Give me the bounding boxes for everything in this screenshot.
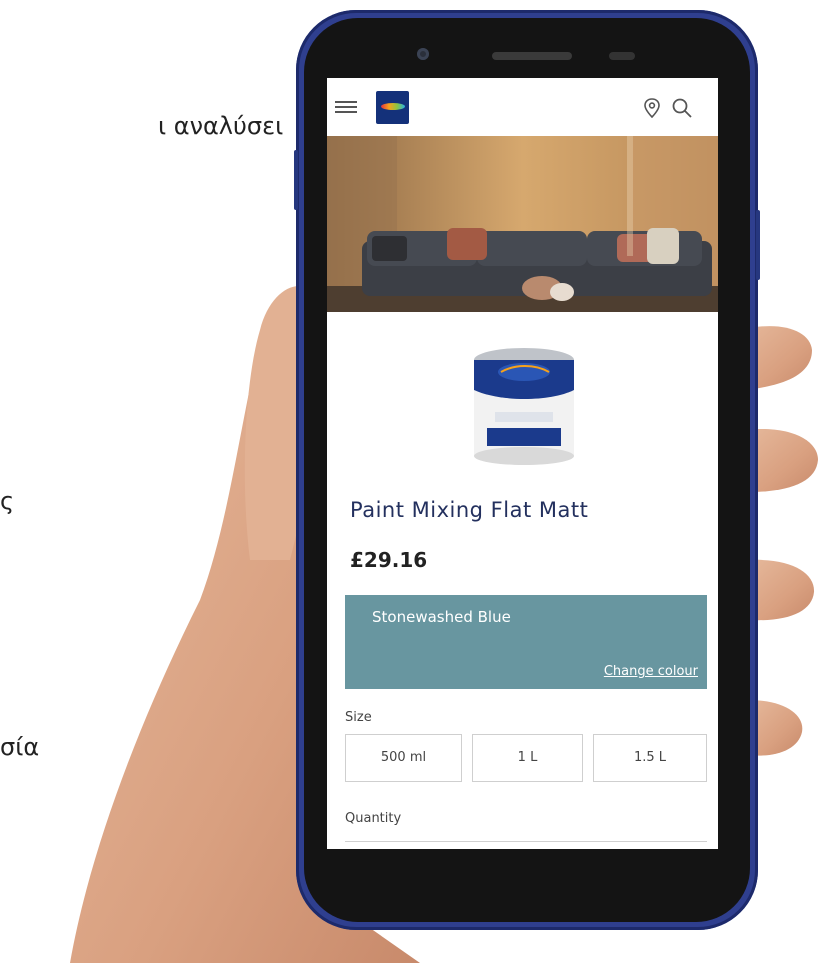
- location-pin-icon[interactable]: [643, 98, 661, 118]
- quantity-divider: [345, 841, 707, 842]
- app-header: [327, 78, 718, 136]
- living-room-hero-image: [327, 136, 718, 312]
- quantity-label: Quantity: [345, 811, 402, 826]
- selected-colour-swatch: Stonewashed Blue Change colour: [345, 595, 707, 689]
- paint-tin-image: [474, 348, 574, 465]
- product-price: £29.16: [350, 548, 428, 572]
- change-colour-link[interactable]: Change colour: [604, 664, 698, 679]
- product-title: Paint Mixing Flat Matt: [350, 498, 589, 522]
- size-label: Size: [345, 710, 372, 725]
- volume-button: [294, 150, 298, 210]
- front-camera-icon: [417, 48, 429, 60]
- proximity-sensor: [609, 52, 635, 60]
- power-button: [756, 210, 760, 280]
- selected-colour-name: Stonewashed Blue: [372, 608, 511, 626]
- phone-screen: Paint Mixing Flat Matt £29.16 Stonewashe…: [327, 78, 718, 849]
- hamburger-menu-icon[interactable]: [335, 98, 357, 116]
- lets-colour-logo-icon[interactable]: [376, 91, 409, 124]
- size-option-500ml[interactable]: 500 ml: [345, 734, 462, 782]
- speaker-grille: [492, 52, 572, 60]
- size-option-1-5l[interactable]: 1.5 L: [593, 734, 707, 782]
- search-icon[interactable]: [671, 97, 693, 119]
- size-option-1l[interactable]: 1 L: [472, 734, 583, 782]
